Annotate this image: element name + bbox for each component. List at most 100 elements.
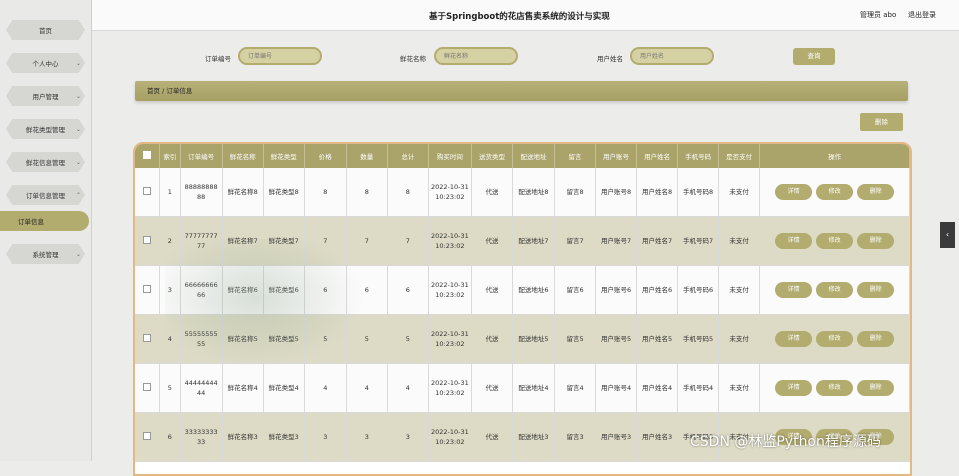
table-cell: 1 — [159, 168, 181, 217]
table-cell: 5 — [159, 363, 181, 413]
table-row: 3 6666666666 鲜花名称6 鲜花类型6 6 6 6 2022-10-31 10:23… — [135, 265, 910, 315]
row-checkbox[interactable] — [135, 314, 161, 364]
user-name-input[interactable] — [630, 47, 714, 65]
sidebar-item-personal-center[interactable]: 个人中心 ⌄ — [0, 51, 91, 75]
delete-button[interactable]: 删除 — [857, 331, 895, 347]
table-row: 1 8888888888 鲜花名称8 鲜花类型8 8 8 8 2022-10-31 10:23… — [135, 168, 910, 217]
sidebar-item-order-info-management[interactable]: 订单信息管理 ⌃ — [0, 183, 91, 207]
table-cell: 配送地址8 — [512, 168, 556, 217]
row-actions: 详情 修改 删除 — [759, 363, 910, 413]
edit-button[interactable]: 修改 — [816, 331, 854, 347]
detail-button[interactable]: 详情 — [775, 380, 813, 396]
table-cell: 2022-10-31 10:23:02 — [428, 216, 472, 266]
table-cell: 8 — [346, 168, 388, 217]
detail-button[interactable]: 详情 — [775, 331, 813, 347]
table-cell: 配送地址6 — [512, 265, 556, 315]
table-cell: 5 — [346, 314, 388, 364]
select-all-checkbox[interactable] — [135, 144, 161, 168]
column-header: 送货类型 — [471, 144, 513, 168]
table-cell: 4 — [387, 363, 429, 413]
delete-button[interactable]: 删除 — [857, 184, 895, 200]
batch-delete-button[interactable]: 删除 — [860, 113, 903, 131]
flower-name-input[interactable] — [434, 47, 518, 65]
column-header: 配送地址 — [512, 144, 556, 168]
edit-button[interactable]: 修改 — [816, 380, 854, 396]
table-cell: 8888888888 — [180, 168, 223, 217]
table-row: 5 4444444444 鲜花名称4 鲜花类型4 4 4 4 2022-10-31 10:23… — [135, 363, 910, 413]
user-name-label: 用户姓名 — [597, 55, 623, 63]
table-cell: 6 — [159, 412, 181, 462]
detail-button[interactable]: 详情 — [775, 184, 813, 200]
row-checkbox[interactable] — [135, 363, 161, 413]
edit-button[interactable]: 修改 — [816, 233, 854, 249]
chevron-down-icon: ⌄ — [75, 125, 81, 133]
table-cell: 3 — [159, 265, 181, 315]
table-cell: 配送地址3 — [512, 412, 556, 462]
column-header: 手机号码 — [677, 144, 720, 168]
sidebar-item-label: 订单信息 — [18, 218, 44, 226]
table-cell: 用户账号7 — [595, 216, 638, 266]
row-checkbox[interactable] — [135, 265, 161, 315]
sidebar-item-flower-type-management[interactable]: 鲜花类型管理 ⌄ — [0, 117, 91, 141]
table-cell: 代送 — [471, 168, 513, 217]
table-cell: 配送地址7 — [512, 216, 556, 266]
table-cell: 鲜花类型4 — [263, 363, 305, 413]
delete-button[interactable]: 删除 — [857, 233, 895, 249]
table-cell: 4444444444 — [180, 363, 223, 413]
page-title: 基于Springboot的花店售卖系统的设计与实现 — [429, 12, 610, 22]
table-cell: 鲜花名称7 — [222, 216, 264, 266]
row-actions: 详情 修改 删除 — [759, 168, 910, 217]
table-cell: 鲜花类型8 — [263, 168, 305, 217]
sidebar-item-system-management[interactable]: 系统管理 ⌄ — [0, 242, 91, 266]
order-no-input[interactable] — [238, 47, 322, 65]
column-header: 用户账号 — [595, 144, 638, 168]
chevron-left-icon[interactable]: ‹ — [940, 222, 955, 248]
logout-link[interactable]: 退出登录 — [908, 10, 936, 20]
table-cell: 4 — [304, 363, 347, 413]
sidebar-item-flower-info-management[interactable]: 鲜花信息管理 ⌄ — [0, 150, 91, 174]
table-cell: 未支付 — [718, 168, 761, 217]
chevron-down-icon: ⌄ — [75, 59, 81, 67]
table-cell: 用户姓名7 — [636, 216, 679, 266]
sidebar-item-label: 系统管理 — [32, 251, 59, 259]
row-checkbox[interactable] — [135, 216, 161, 266]
detail-button[interactable]: 详情 — [775, 282, 813, 298]
csdn-watermark: CSDN @林监Python程序源码 — [690, 434, 881, 450]
order-no-label: 订单编号 — [205, 55, 231, 63]
table-cell: 3 — [387, 412, 429, 462]
table-cell: 用户姓名8 — [636, 168, 679, 217]
table-cell: 手机号码5 — [677, 314, 720, 364]
table-cell: 代送 — [471, 363, 513, 413]
sidebar-item-user-management[interactable]: 用户管理 ⌄ — [0, 84, 91, 108]
edit-button[interactable]: 修改 — [816, 184, 854, 200]
column-header: 总计 — [387, 144, 429, 168]
table-cell: 2022-10-31 10:23:02 — [428, 363, 472, 413]
table-cell: 5 — [387, 314, 429, 364]
column-header: 价格 — [304, 144, 347, 168]
query-button[interactable]: 查询 — [793, 48, 835, 65]
table-cell: 鲜花类型3 — [263, 412, 305, 462]
table-cell: 用户姓名6 — [636, 265, 679, 315]
column-header: 购买时间 — [428, 144, 472, 168]
table-cell: 配送地址5 — [512, 314, 556, 364]
table-cell: 6 — [304, 265, 347, 315]
column-header: 用户姓名 — [636, 144, 679, 168]
sidebar-item-order-info[interactable]: 订单信息 — [0, 209, 91, 233]
row-checkbox[interactable] — [135, 412, 161, 462]
table-cell: 7777777777 — [180, 216, 223, 266]
sidebar-item-label: 用户管理 — [32, 93, 59, 101]
table-cell: 留言5 — [554, 314, 597, 364]
delete-button[interactable]: 删除 — [857, 282, 895, 298]
order-table: 索引 订单编号 鲜花名称 鲜花类型 价格 数量 总计 购买时间 送货类型 配送地… — [133, 142, 912, 476]
sidebar-item-label: 订单信息管理 — [26, 192, 65, 200]
table-cell: 3 — [304, 412, 347, 462]
delete-button[interactable]: 删除 — [857, 380, 895, 396]
table-cell: 2022-10-31 10:23:02 — [428, 314, 472, 364]
table-cell: 6 — [346, 265, 388, 315]
edit-button[interactable]: 修改 — [816, 282, 854, 298]
row-actions: 详情 修改 删除 — [759, 265, 910, 315]
table-cell: 代送 — [471, 216, 513, 266]
row-checkbox[interactable] — [135, 168, 161, 217]
detail-button[interactable]: 详情 — [775, 233, 813, 249]
sidebar-item-home[interactable]: 首页 — [0, 18, 91, 42]
